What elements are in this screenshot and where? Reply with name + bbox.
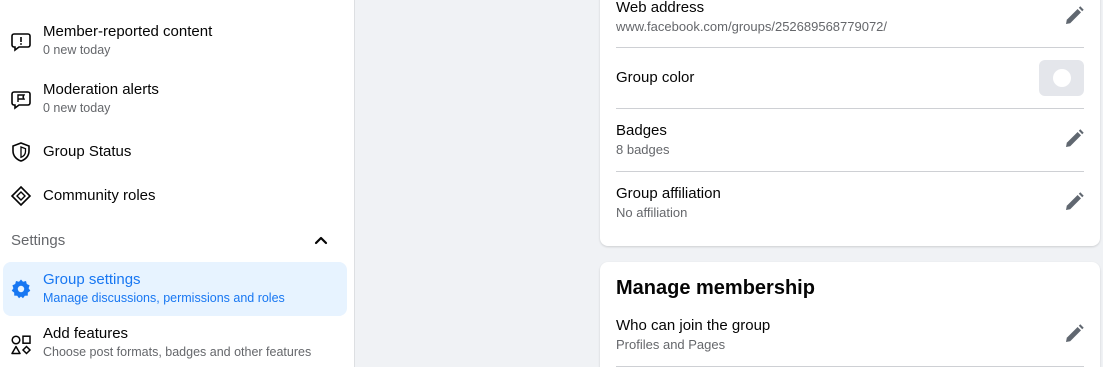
shield-icon bbox=[10, 141, 32, 163]
group-color-picker-button[interactable] bbox=[1039, 60, 1084, 96]
sidebar-item-group-settings[interactable]: Group settings Manage discussions, permi… bbox=[3, 262, 347, 316]
sidebar-item-subtitle: Choose post formats, badges and other fe… bbox=[43, 345, 312, 359]
sidebar-item-subtitle: 0 new today bbox=[43, 101, 111, 115]
chevron-up-icon[interactable] bbox=[311, 230, 331, 250]
group-color-label: Group color bbox=[616, 69, 695, 86]
group-affiliation-value: No affiliation bbox=[616, 205, 688, 220]
manage-membership-card: Manage membership Who can join the group… bbox=[600, 262, 1100, 367]
badges-count: 8 badges bbox=[616, 142, 670, 157]
row-divider bbox=[616, 108, 1084, 109]
badges-row: Badges 8 badges bbox=[616, 121, 1084, 158]
row-divider bbox=[616, 171, 1084, 172]
color-swatch-icon bbox=[1052, 69, 1071, 87]
sidebar-item-add-features[interactable]: Add features Choose post formats, badges… bbox=[3, 320, 347, 367]
shapes-icon bbox=[10, 334, 32, 356]
edit-web-address-button[interactable] bbox=[1056, 0, 1092, 34]
flag-bubble-icon bbox=[10, 89, 32, 111]
edit-group-affiliation-button[interactable] bbox=[1056, 184, 1092, 220]
sidebar-item-title: Group Status bbox=[43, 143, 132, 160]
settings-section-label: Settings bbox=[11, 231, 66, 249]
pencil-icon bbox=[1066, 324, 1084, 342]
sidebar-item-subtitle: Manage discussions, permissions and role… bbox=[43, 291, 285, 305]
admin-sidebar: Member-reported content 0 new today Mode… bbox=[0, 0, 355, 367]
app-window: Member-reported content 0 new today Mode… bbox=[0, 0, 1103, 367]
group-affiliation-label: Group affiliation bbox=[616, 185, 721, 202]
sidebar-item-title: Group settings bbox=[43, 271, 141, 288]
pencil-icon bbox=[1066, 192, 1084, 210]
sidebar-item-moderation-alerts[interactable]: Moderation alerts 0 new today bbox=[3, 76, 347, 124]
web-address-row: Web address www.facebook.com/groups/2526… bbox=[616, 0, 1084, 35]
web-address-label: Web address bbox=[616, 0, 705, 16]
customize-group-card: Web address www.facebook.com/groups/2526… bbox=[600, 0, 1100, 246]
edit-badges-button[interactable] bbox=[1056, 121, 1092, 157]
gear-icon bbox=[10, 278, 32, 300]
sidebar-item-title: Moderation alerts bbox=[43, 81, 159, 98]
sidebar-item-community-roles[interactable]: Community roles bbox=[3, 178, 347, 214]
card-heading: Manage membership bbox=[616, 277, 815, 299]
who-can-join-row: Who can join the group Profiles and Page… bbox=[616, 316, 1084, 353]
sidebar-item-title: Add features bbox=[43, 325, 129, 342]
sidebar-item-subtitle: 0 new today bbox=[43, 43, 111, 57]
who-can-join-value: Profiles and Pages bbox=[616, 337, 726, 352]
badges-label: Badges bbox=[616, 122, 667, 139]
diamond-icon bbox=[10, 185, 32, 207]
who-can-join-label: Who can join the group bbox=[616, 317, 771, 334]
exclamation-bubble-icon bbox=[10, 31, 32, 53]
sidebar-item-group-status[interactable]: Group Status bbox=[3, 134, 347, 170]
pencil-icon bbox=[1066, 6, 1084, 24]
group-affiliation-row: Group affiliation No affiliation bbox=[616, 184, 1084, 221]
sidebar-item-title: Member-reported content bbox=[43, 23, 213, 40]
web-address-value: www.facebook.com/groups/252689568779072/ bbox=[616, 19, 888, 34]
pencil-icon bbox=[1066, 129, 1084, 147]
group-color-row: Group color bbox=[616, 68, 1084, 88]
sidebar-item-title: Community roles bbox=[43, 187, 156, 204]
row-divider bbox=[616, 47, 1084, 48]
edit-who-can-join-button[interactable] bbox=[1056, 316, 1092, 352]
settings-section-header[interactable]: Settings bbox=[11, 229, 331, 251]
sidebar-item-member-reported-content[interactable]: Member-reported content 0 new today bbox=[3, 18, 347, 66]
